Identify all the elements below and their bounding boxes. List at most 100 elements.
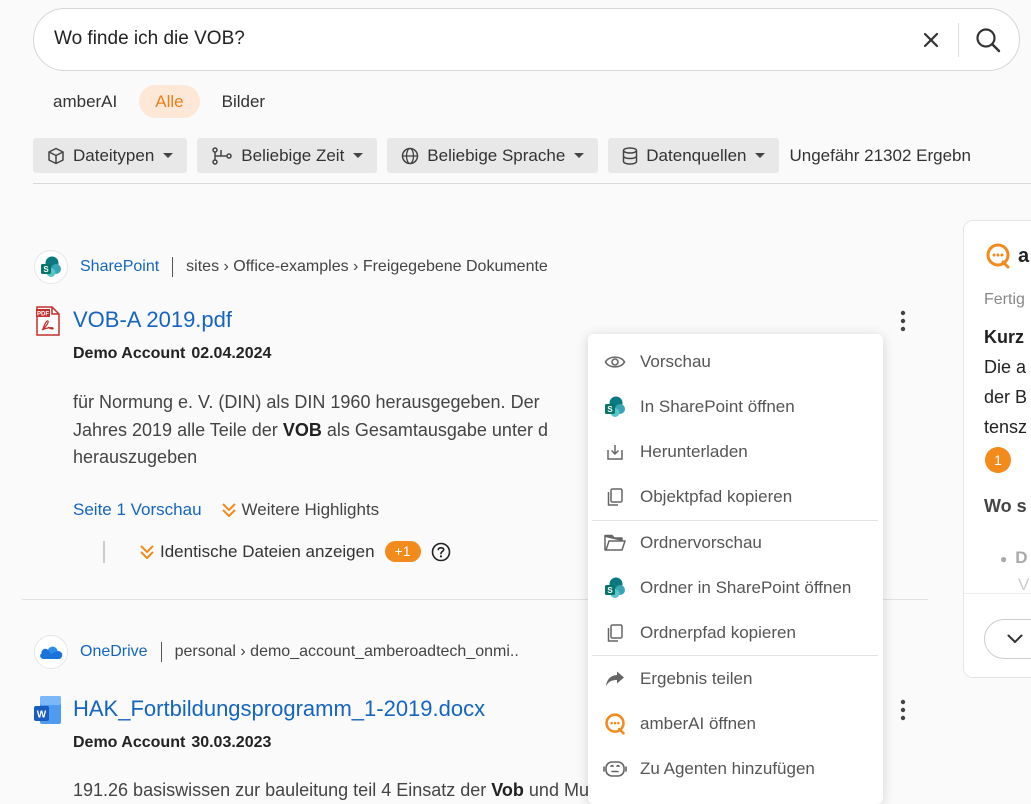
result-context-menu: Vorschau S In SharePoint öffnen Herunter… xyxy=(588,334,883,804)
tab-alle[interactable]: Alle xyxy=(139,85,200,118)
filter-file-types-label: Dateitypen xyxy=(73,145,155,165)
result-title[interactable]: VOB-A 2019.pdf xyxy=(73,307,232,333)
result-meta: Demo Account 30.03.2023 xyxy=(73,734,277,752)
side-panel-footer xyxy=(964,593,1031,677)
page-preview-link[interactable]: Seite 1 Vorschau xyxy=(73,500,202,520)
result-source-row: S SharePoint sites › Office-examples › F… xyxy=(34,250,548,284)
menu-item-folder-preview[interactable]: Ordnervorschau xyxy=(588,523,883,563)
timeline-icon xyxy=(212,146,233,165)
search-tabs: amberAI Alle Bilder xyxy=(37,85,287,118)
amberai-icon xyxy=(605,713,625,735)
word-file-icon: W xyxy=(34,696,61,724)
menu-item-open-sharepoint[interactable]: S In SharePoint öffnen xyxy=(588,387,883,427)
side-panel-status: Fertig xyxy=(984,291,1025,308)
side-panel-bullet: ● D xyxy=(1000,548,1028,567)
menu-item-open-amberai[interactable]: amberAI öffnen xyxy=(588,704,883,744)
svg-text:S: S xyxy=(43,265,49,274)
filter-bar: Dateitypen Beliebige Zeit Beliebige Spra… xyxy=(33,138,971,173)
menu-item-label: amberAI öffnen xyxy=(640,714,756,733)
amberai-side-panel: a Fertig Kurz Die a der B tensz 1 Wo s ●… xyxy=(963,220,1031,678)
chevron-down-icon xyxy=(755,153,766,158)
menu-item-add-to-agents[interactable]: Zu Agenten hinzufügen xyxy=(588,749,883,789)
result-source-row: OneDrive personal › demo_account_amberoa… xyxy=(34,635,519,669)
side-panel-title: a xyxy=(1018,245,1030,267)
result-date: 02.04.2024 xyxy=(191,345,272,362)
filter-language-label: Beliebige Sprache xyxy=(427,145,566,165)
identical-files-label: Identische Dateien anzeigen xyxy=(160,541,375,561)
copy-icon xyxy=(607,624,623,642)
filter-sources[interactable]: Datenquellen xyxy=(608,138,780,173)
menu-item-open-folder-sharepoint[interactable]: S Ordner in SharePoint öffnen xyxy=(588,568,883,608)
chevron-down-icon xyxy=(163,153,174,158)
side-panel-subheading: Wo s xyxy=(984,496,1027,516)
menu-item-preview[interactable]: Vorschau xyxy=(588,342,883,382)
sharepoint-icon: S xyxy=(605,577,625,598)
onedrive-logo-icon xyxy=(34,635,68,669)
source-name[interactable]: SharePoint xyxy=(80,258,159,276)
search-divider xyxy=(958,23,959,57)
sharepoint-icon: S xyxy=(605,396,625,417)
source-separator xyxy=(160,642,162,662)
clear-search-button[interactable] xyxy=(918,27,944,53)
menu-item-label: Ordner in SharePoint öffnen xyxy=(640,578,852,597)
tab-amberai[interactable]: amberAI xyxy=(37,85,133,118)
source-separator xyxy=(172,257,174,277)
menu-item-label: In SharePoint öffnen xyxy=(640,397,795,416)
more-highlights-label: Weitere Highlights xyxy=(241,500,380,519)
result-snippet: für Normung e. V. (DIN) als DIN 1960 her… xyxy=(73,389,548,472)
side-panel-line: der B xyxy=(984,387,1028,407)
double-chevron-down-icon xyxy=(140,544,154,559)
menu-item-copy-object-path[interactable]: Objektpfad kopieren xyxy=(588,477,883,517)
expand-panel-button[interactable] xyxy=(984,619,1031,659)
help-icon[interactable] xyxy=(431,542,451,562)
filter-language[interactable]: Beliebige Sprache xyxy=(387,138,599,173)
robot-icon xyxy=(603,761,627,777)
menu-item-download[interactable]: Herunterladen xyxy=(588,432,883,472)
identical-files-indent xyxy=(103,541,105,563)
cube-icon xyxy=(48,147,64,164)
result-menu-button[interactable] xyxy=(893,307,913,335)
pdf-file-icon: PDF xyxy=(36,306,60,336)
menu-separator xyxy=(592,520,878,521)
filter-time[interactable]: Beliebige Zeit xyxy=(197,138,378,173)
breadcrumb: personal › demo_account_amberoadtech_onm… xyxy=(174,643,519,660)
citation-badge[interactable]: 1 xyxy=(985,447,1011,473)
identical-count-badge: +1 xyxy=(384,541,421,562)
menu-item-share-result[interactable]: Ergebnis teilen xyxy=(588,659,883,699)
folder-open-icon xyxy=(604,534,626,551)
svg-text:S: S xyxy=(607,586,613,595)
close-icon xyxy=(923,32,939,48)
identical-files-button[interactable]: Identische Dateien anzeigen xyxy=(140,542,375,562)
menu-item-copy-folder-path[interactable]: Ordnerpfad kopieren xyxy=(588,613,883,653)
filter-time-label: Beliebige Zeit xyxy=(241,145,345,165)
search-input[interactable]: Wo finde ich die VOB? xyxy=(54,28,245,50)
side-panel-line: tensz xyxy=(984,417,1028,437)
result-links: Seite 1 Vorschau Weitere Highlights xyxy=(73,500,379,520)
side-panel-line: Die a xyxy=(984,357,1027,377)
chevron-down-icon xyxy=(353,153,364,158)
result-menu-button[interactable] xyxy=(893,696,913,724)
menu-item-label: Vorschau xyxy=(640,352,711,371)
more-highlights-button[interactable]: Weitere Highlights xyxy=(221,500,380,520)
svg-text:S: S xyxy=(607,405,613,414)
result-date: 30.03.2023 xyxy=(191,734,272,751)
double-chevron-down-icon xyxy=(221,503,236,517)
filter-file-types[interactable]: Dateitypen xyxy=(33,138,188,173)
download-icon xyxy=(607,445,623,460)
menu-item-label: Herunterladen xyxy=(640,442,748,461)
tab-bilder[interactable]: Bilder xyxy=(206,85,281,118)
amberai-logo-icon xyxy=(986,243,1010,269)
sharepoint-logo-icon: S xyxy=(34,250,68,284)
menu-item-label: Zu Agenten hinzufügen xyxy=(640,759,815,778)
menu-item-label: Ordnerpfad kopieren xyxy=(640,623,796,642)
menu-separator xyxy=(592,655,878,656)
result-count: Ungefähr 21302 Ergebn xyxy=(789,145,971,165)
globe-icon xyxy=(402,147,419,164)
result-meta: Demo Account 02.04.2024 xyxy=(73,345,277,363)
result-title[interactable]: HAK_Fortbildungsprogramm_1-2019.docx xyxy=(73,696,485,722)
source-name[interactable]: OneDrive xyxy=(80,643,148,661)
search-button[interactable] xyxy=(971,23,1005,57)
search-box[interactable]: Wo finde ich die VOB? xyxy=(33,8,1020,71)
copy-icon xyxy=(607,488,623,506)
snippet-line: herauszugeben xyxy=(73,447,198,467)
